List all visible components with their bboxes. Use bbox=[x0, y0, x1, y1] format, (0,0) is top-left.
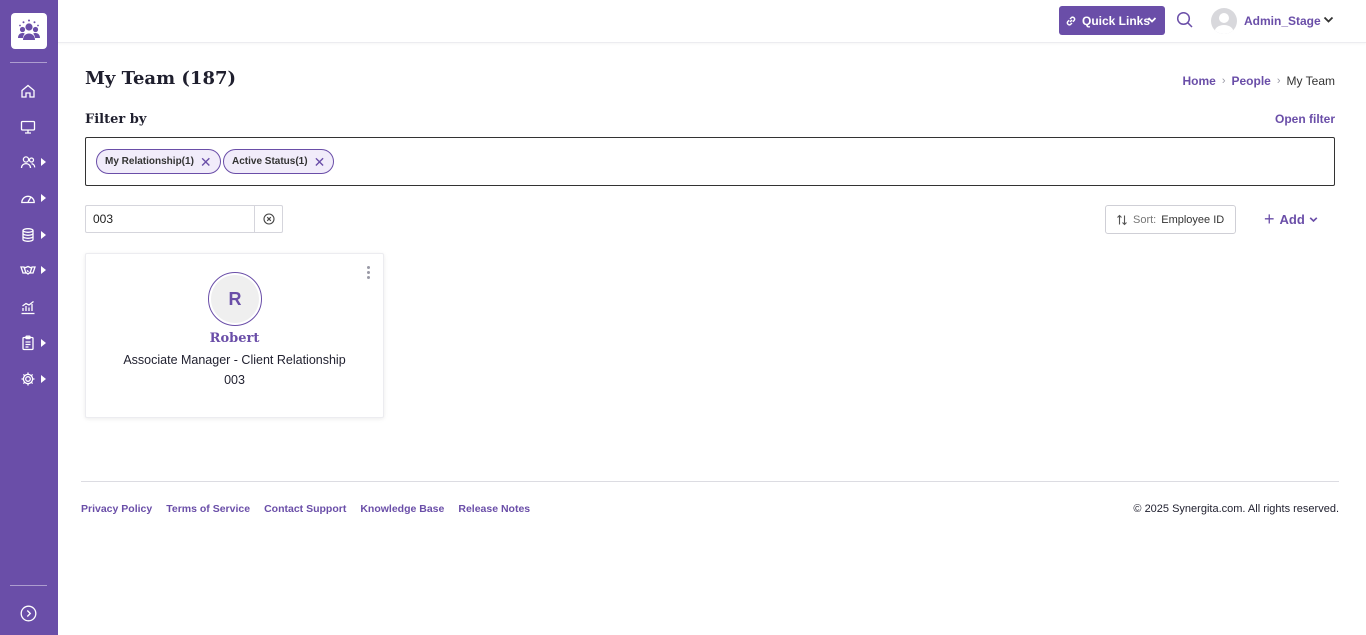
sidebar-item-analytics[interactable] bbox=[0, 293, 58, 321]
employee-name[interactable]: Robert bbox=[86, 331, 383, 346]
expand-chevron-icon[interactable] bbox=[20, 605, 37, 622]
user-avatar[interactable] bbox=[1211, 8, 1237, 34]
user-silhouette-icon bbox=[1214, 13, 1234, 34]
top-bar: Quick Links Admin_Stage bbox=[58, 0, 1366, 43]
sort-dropdown[interactable]: Sort: Employee ID bbox=[1105, 205, 1236, 234]
app-logo[interactable] bbox=[11, 13, 47, 49]
user-name[interactable]: Admin_Stage bbox=[1244, 14, 1321, 28]
clear-circle-icon bbox=[262, 213, 275, 225]
submenu-caret-icon bbox=[41, 158, 46, 166]
sidebar-item-dashboard[interactable] bbox=[0, 113, 58, 141]
filter-chip-relationship: My Relationship(1) ✕ bbox=[96, 149, 221, 174]
footer-link-support[interactable]: Contact Support bbox=[264, 503, 346, 515]
employee-initial: R bbox=[211, 275, 259, 323]
clipboard-icon bbox=[22, 335, 34, 351]
breadcrumb-home[interactable]: Home bbox=[1182, 74, 1215, 88]
quick-links-label: Quick Links bbox=[1082, 13, 1151, 28]
search-input[interactable] bbox=[86, 206, 256, 232]
breadcrumb-separator-icon: › bbox=[1276, 75, 1281, 87]
sort-label: Sort: bbox=[1133, 213, 1157, 226]
quick-links-button[interactable]: Quick Links bbox=[1059, 6, 1165, 35]
sidebar-item-reports[interactable] bbox=[0, 329, 58, 357]
close-icon[interactable]: ✕ bbox=[314, 155, 326, 169]
plus-icon: + bbox=[1264, 209, 1275, 229]
database-icon bbox=[22, 228, 34, 242]
sidebar-item-engagement[interactable] bbox=[0, 256, 58, 284]
home-icon bbox=[21, 84, 35, 98]
sidebar-item-data[interactable] bbox=[0, 221, 58, 249]
kebab-menu-icon[interactable] bbox=[367, 266, 371, 279]
team-logo-icon bbox=[18, 19, 40, 40]
sidebar-divider bbox=[10, 585, 47, 586]
sidebar bbox=[0, 0, 58, 635]
filter-box: My Relationship(1) ✕ Active Status(1) ✕ bbox=[85, 137, 1335, 186]
breadcrumb-people[interactable]: People bbox=[1232, 74, 1271, 88]
breadcrumb-current: My Team bbox=[1286, 74, 1335, 88]
people-icon bbox=[20, 156, 36, 169]
sidebar-divider bbox=[10, 62, 47, 63]
filter-chip-status: Active Status(1) ✕ bbox=[223, 149, 335, 174]
submenu-caret-icon bbox=[41, 339, 46, 347]
add-button[interactable]: + Add bbox=[1264, 210, 1318, 228]
footer-divider bbox=[81, 481, 1339, 482]
copyright: © 2025 Synergita.com. All rights reserve… bbox=[1133, 503, 1339, 515]
footer-links: Privacy Policy Terms of Service Contact … bbox=[81, 503, 530, 515]
footer-link-privacy[interactable]: Privacy Policy bbox=[81, 503, 152, 515]
chevron-down-icon bbox=[1309, 216, 1318, 222]
submenu-caret-icon bbox=[41, 266, 46, 274]
settings-gear-icon bbox=[21, 372, 35, 386]
sort-value: Employee ID bbox=[1161, 213, 1225, 226]
submenu-caret-icon bbox=[41, 375, 46, 383]
chevron-down-icon bbox=[1147, 17, 1157, 23]
search-clear-button[interactable] bbox=[254, 206, 282, 232]
filter-chip-label: Active Status(1) bbox=[232, 156, 308, 167]
footer-link-knowledge-base[interactable]: Knowledge Base bbox=[360, 503, 444, 515]
monitor-icon bbox=[20, 120, 36, 134]
link-icon bbox=[1066, 16, 1076, 25]
footer-link-terms[interactable]: Terms of Service bbox=[166, 503, 250, 515]
dashboard-gauge-icon bbox=[21, 195, 35, 204]
open-filter-link[interactable]: Open filter bbox=[1275, 112, 1335, 126]
analytics-chart-icon bbox=[21, 300, 35, 315]
submenu-caret-icon bbox=[41, 231, 46, 239]
employee-role: Associate Manager - Client Relationship bbox=[123, 353, 346, 367]
employee-card[interactable]: R Robert Associate Manager - Client Rela… bbox=[85, 253, 384, 418]
footer-link-release-notes[interactable]: Release Notes bbox=[458, 503, 530, 515]
sort-arrows-icon bbox=[1117, 214, 1127, 225]
handshake-icon bbox=[20, 265, 36, 275]
filter-by-label: Filter by bbox=[85, 112, 147, 127]
close-icon[interactable]: ✕ bbox=[200, 155, 212, 169]
employee-avatar: R bbox=[208, 272, 262, 326]
sidebar-item-people[interactable] bbox=[0, 148, 58, 176]
sidebar-item-performance[interactable] bbox=[0, 184, 58, 212]
submenu-caret-icon bbox=[41, 194, 46, 202]
chevron-down-icon[interactable] bbox=[1323, 15, 1334, 24]
page-title: My Team (187) bbox=[85, 68, 237, 89]
sidebar-item-home[interactable] bbox=[0, 77, 58, 105]
search-icon[interactable] bbox=[1176, 11, 1194, 29]
search-box bbox=[85, 205, 283, 233]
sidebar-item-settings[interactable] bbox=[0, 365, 58, 393]
add-label: Add bbox=[1279, 211, 1305, 227]
filter-chip-label: My Relationship(1) bbox=[105, 156, 194, 167]
breadcrumb-separator-icon: › bbox=[1221, 75, 1226, 87]
employee-id: 003 bbox=[224, 373, 245, 387]
breadcrumb: Home › People › My Team bbox=[1182, 74, 1335, 88]
